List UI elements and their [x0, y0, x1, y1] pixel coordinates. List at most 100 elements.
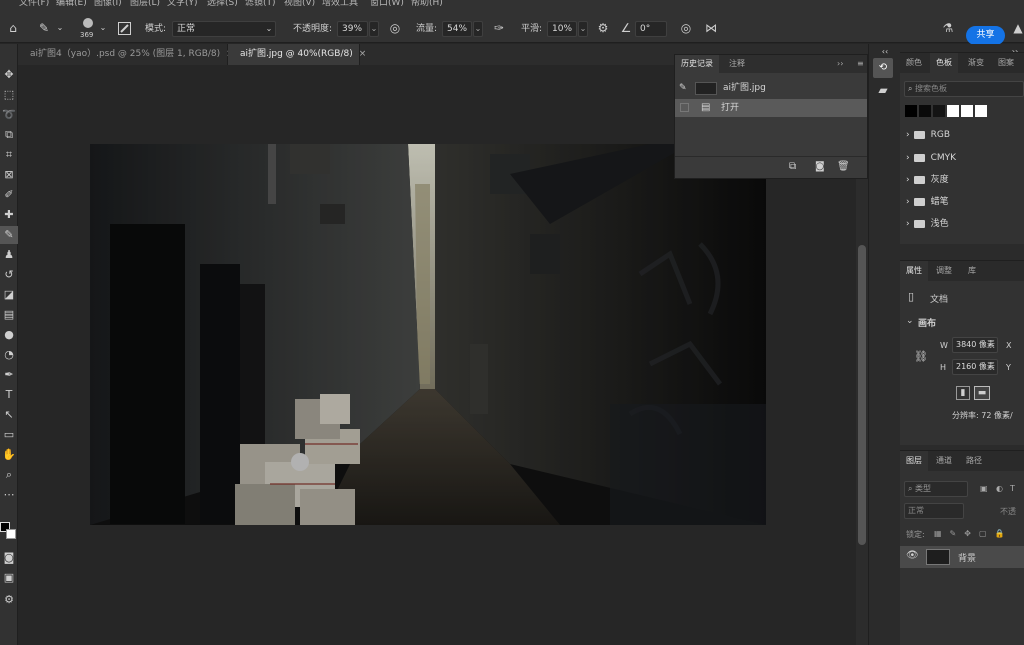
tab-patterns[interactable]: 图案 — [992, 53, 1020, 73]
menu-type[interactable]: 文字(Y) — [167, 0, 198, 8]
brush-tool-icon[interactable]: ✎ — [36, 20, 52, 36]
brush-preset-icon[interactable] — [80, 15, 96, 31]
marquee-tool-icon[interactable]: ⬚ — [0, 86, 18, 104]
history-panel-icon[interactable]: ⟲ — [873, 58, 893, 78]
frame-tool-icon[interactable]: ⊠ — [0, 166, 18, 184]
chevron-down-icon[interactable]: ⌄ — [55, 20, 65, 36]
height-input[interactable]: 2160 像素 — [952, 359, 998, 375]
lasso-tool-icon[interactable]: ➰ — [0, 106, 18, 124]
gradient-tool-icon[interactable]: ▤ — [0, 306, 18, 324]
menu-plugins[interactable]: 增效工具 — [322, 0, 358, 8]
history-brush-source-checkbox[interactable] — [680, 103, 689, 112]
tab-history[interactable]: 历史记录 — [675, 55, 719, 73]
swatch-group-pastel[interactable]: › 蜡笔 — [900, 191, 1024, 213]
flow-input[interactable]: 54% — [442, 21, 472, 37]
swatch-group-cmyk[interactable]: › CMYK — [900, 147, 1024, 169]
pen-tool-icon[interactable]: ✒ — [0, 366, 18, 384]
brush-settings-icon[interactable] — [116, 20, 132, 39]
more-tools-icon[interactable]: ⋯ — [0, 486, 18, 504]
link-icon[interactable]: ⛓ — [914, 350, 928, 363]
filter-type-icon[interactable]: T — [1010, 484, 1015, 493]
pressure-size-icon[interactable]: ◎ — [678, 20, 694, 36]
menu-layer[interactable]: 图层(L) — [130, 0, 160, 8]
screen-mode-icon[interactable]: ▣ — [0, 569, 18, 587]
tab-gradients[interactable]: 渐变 — [962, 53, 990, 73]
filter-adjustment-icon[interactable]: ◐ — [996, 484, 1003, 493]
eye-visibility-icon[interactable]: 👁 — [906, 550, 919, 561]
canvas-section-chevron-icon[interactable]: ⌄ — [906, 316, 914, 326]
quick-mask-icon[interactable]: ◙ — [0, 549, 18, 567]
hand-tool-icon[interactable]: ✋ — [0, 446, 18, 464]
swatch-color[interactable] — [905, 105, 917, 117]
tab-properties[interactable]: 属性 — [900, 261, 928, 281]
layer-filter-select[interactable]: ⌕ 类型 — [904, 481, 968, 497]
pressure-opacity-icon[interactable]: ◎ — [386, 20, 404, 36]
swatch-color[interactable] — [961, 105, 973, 117]
swatch-group-gray[interactable]: › 灰度 — [900, 169, 1024, 191]
swatch-color[interactable] — [947, 105, 959, 117]
zoom-tool-icon[interactable]: ⌕ — [0, 466, 18, 484]
swatch-color[interactable] — [919, 105, 931, 117]
close-icon[interactable]: × — [359, 49, 367, 59]
tab-swatches[interactable]: 色板 — [930, 53, 958, 73]
type-tool-icon[interactable]: T — [0, 386, 18, 404]
tab-paths[interactable]: 路径 — [960, 451, 988, 471]
menu-window[interactable]: 窗口(W) — [370, 0, 404, 8]
swatch-color[interactable] — [975, 105, 987, 117]
panel-menu-icon[interactable]: ≡ — [851, 55, 870, 73]
rectangle-tool-icon[interactable]: ▭ — [0, 426, 18, 444]
angle-input[interactable]: 0° — [635, 21, 667, 37]
object-select-tool-icon[interactable]: ⧉ — [0, 126, 18, 144]
share-button[interactable]: 共享 — [966, 26, 1005, 45]
menu-filter[interactable]: 滤镜(T) — [245, 0, 276, 8]
document-canvas-image[interactable] — [90, 144, 766, 525]
airbrush-icon[interactable]: ✑ — [490, 20, 508, 36]
menu-select[interactable]: 选择(S) — [207, 0, 238, 8]
width-input[interactable]: 3840 像素 — [952, 337, 998, 353]
stamp-tool-icon[interactable]: ♟ — [0, 246, 18, 264]
chevron-down-icon[interactable]: ⌄ — [98, 20, 108, 36]
comment-icon[interactable]: ▰ — [873, 82, 893, 98]
history-snapshot[interactable]: ✎ ai扩图.jpg — [675, 79, 867, 97]
mode-select[interactable]: 正常 — [172, 21, 276, 37]
notification-icon[interactable]: ▲ — [1012, 20, 1024, 36]
smoothing-dropdown[interactable]: ⌄ — [578, 21, 588, 37]
tab-libraries[interactable]: 库 — [962, 261, 982, 281]
layer-row-background[interactable]: 👁 背景 — [900, 546, 1024, 568]
gear-icon[interactable]: ⚙ — [595, 20, 611, 36]
generative-icon[interactable]: ⚙ — [0, 591, 18, 609]
opacity-input[interactable]: 39% — [337, 21, 368, 37]
landscape-orientation-icon[interactable]: ▬ — [974, 386, 990, 400]
brush-tool-icon[interactable]: ✎ — [0, 226, 18, 244]
dodge-tool-icon[interactable]: ◔ — [0, 346, 18, 364]
eraser-tool-icon[interactable]: ◪ — [0, 286, 18, 304]
scrollbar-thumb[interactable] — [858, 245, 866, 545]
swatch-group-rgb[interactable]: › RGB — [900, 124, 1024, 146]
smoothing-input[interactable]: 10% — [547, 21, 577, 37]
flow-dropdown[interactable]: ⌄ — [473, 21, 483, 37]
swatch-color[interactable] — [933, 105, 945, 117]
swatch-search-input[interactable]: ⌕ 搜索色板 — [904, 81, 1024, 97]
symmetry-icon[interactable]: ⋈ — [703, 20, 719, 36]
crop-tool-icon[interactable]: ⌗ — [0, 146, 18, 164]
menu-edit[interactable]: 编辑(E) — [56, 0, 87, 8]
filter-image-icon[interactable]: ▣ — [980, 484, 988, 493]
history-brush-tool-icon[interactable]: ↺ — [0, 266, 18, 284]
menu-view[interactable]: 视图(V) — [284, 0, 315, 8]
portrait-orientation-icon[interactable]: ▮ — [956, 386, 970, 400]
blur-tool-icon[interactable]: ● — [0, 326, 18, 344]
healing-brush-tool-icon[interactable]: ✚ — [0, 206, 18, 224]
history-brush-source-icon[interactable]: ✎ — [679, 79, 687, 97]
new-document-from-state-icon[interactable]: ⧉ — [789, 161, 796, 172]
menu-image[interactable]: 图像(I) — [94, 0, 122, 8]
path-select-tool-icon[interactable]: ↖ — [0, 406, 18, 424]
swatch-group-light[interactable]: › 浅色 — [900, 213, 1024, 235]
eyedropper-tool-icon[interactable]: ✐ — [0, 186, 18, 204]
move-tool-icon[interactable]: ✥ — [0, 66, 18, 84]
history-step[interactable]: ▤ 打开 — [675, 99, 867, 117]
tab-notes[interactable]: 注释 — [723, 55, 751, 73]
menu-file[interactable]: 文件(F) — [19, 0, 49, 8]
opacity-dropdown[interactable]: ⌄ — [369, 21, 379, 37]
trash-icon[interactable]: 🗑 — [837, 161, 850, 172]
tab-channels[interactable]: 通道 — [930, 451, 958, 471]
